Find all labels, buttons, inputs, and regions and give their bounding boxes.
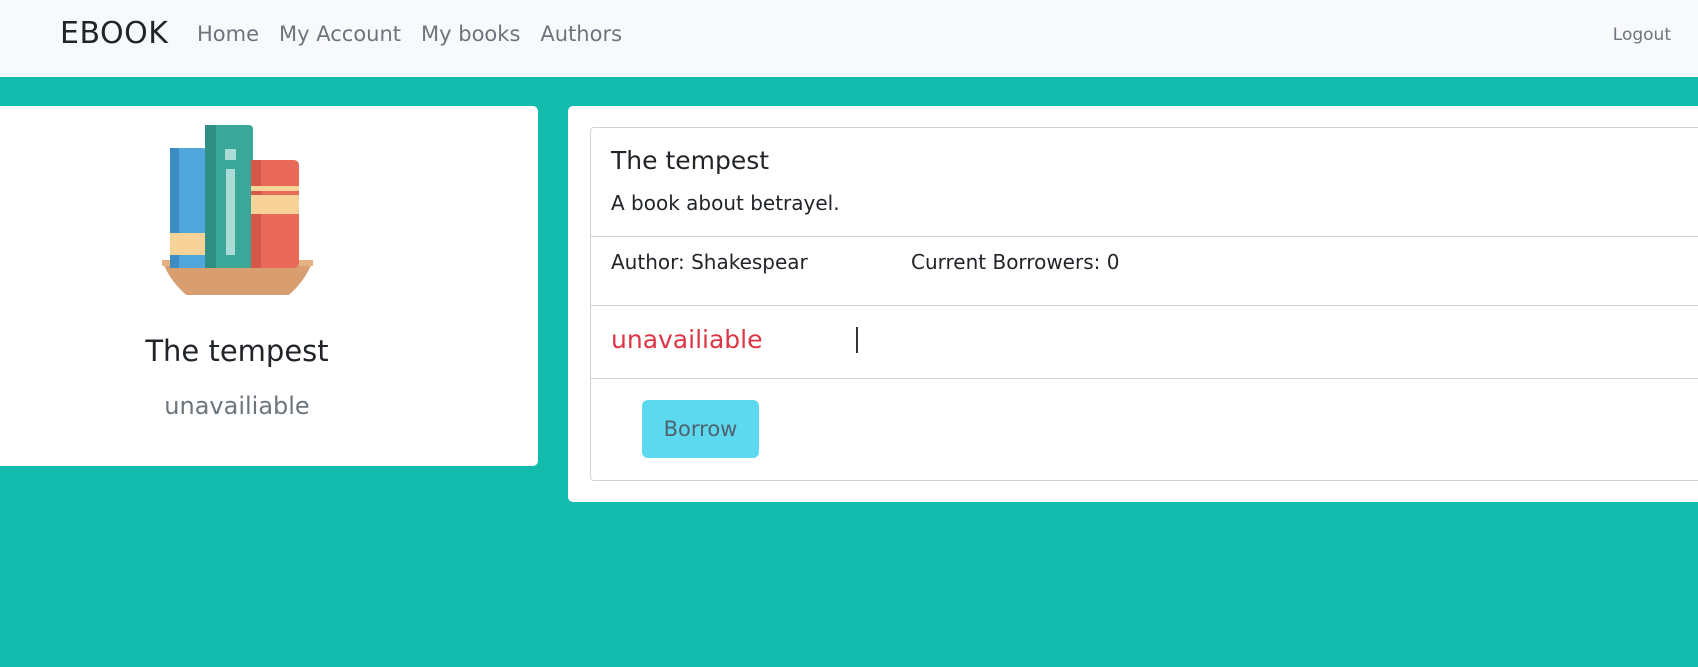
- book-summary-card: The tempest unavailiable: [0, 106, 538, 466]
- text-cursor-icon: [856, 327, 858, 353]
- nav-home-link[interactable]: Home: [197, 20, 259, 48]
- book-detail-panel: The tempest A book about betrayel. Autho…: [568, 106, 1698, 502]
- books-illustration-icon: [162, 125, 313, 295]
- navbar: EBOOK Home My Account My books Authors L…: [0, 0, 1698, 77]
- nav-my-account-link[interactable]: My Account: [279, 20, 401, 48]
- book-detail-card: The tempest A book about betrayel. Autho…: [590, 127, 1698, 481]
- book-author: Author: Shakespear: [611, 250, 808, 274]
- nav-my-books-link[interactable]: My books: [421, 20, 520, 48]
- book-meta-row: Author: Shakespear Current Borrowers: 0: [591, 237, 1698, 306]
- book-summary-title: The tempest: [145, 334, 329, 368]
- book-description: A book about betrayel.: [611, 191, 840, 215]
- book-detail-header: The tempest A book about betrayel.: [591, 128, 1698, 237]
- book-borrowers-count: Current Borrowers: 0: [911, 250, 1120, 274]
- nav-links: Home My Account My books Authors: [197, 20, 642, 48]
- availability-status: unavailiable: [611, 325, 763, 354]
- borrow-button[interactable]: Borrow: [642, 400, 759, 458]
- book-summary-status: unavailiable: [164, 392, 310, 420]
- brand-logo[interactable]: EBOOK: [60, 16, 168, 52]
- logout-link[interactable]: Logout: [1613, 24, 1671, 46]
- availability-row: unavailiable: [591, 306, 1698, 379]
- book-title: The tempest: [611, 146, 770, 175]
- nav-authors-link[interactable]: Authors: [540, 20, 622, 48]
